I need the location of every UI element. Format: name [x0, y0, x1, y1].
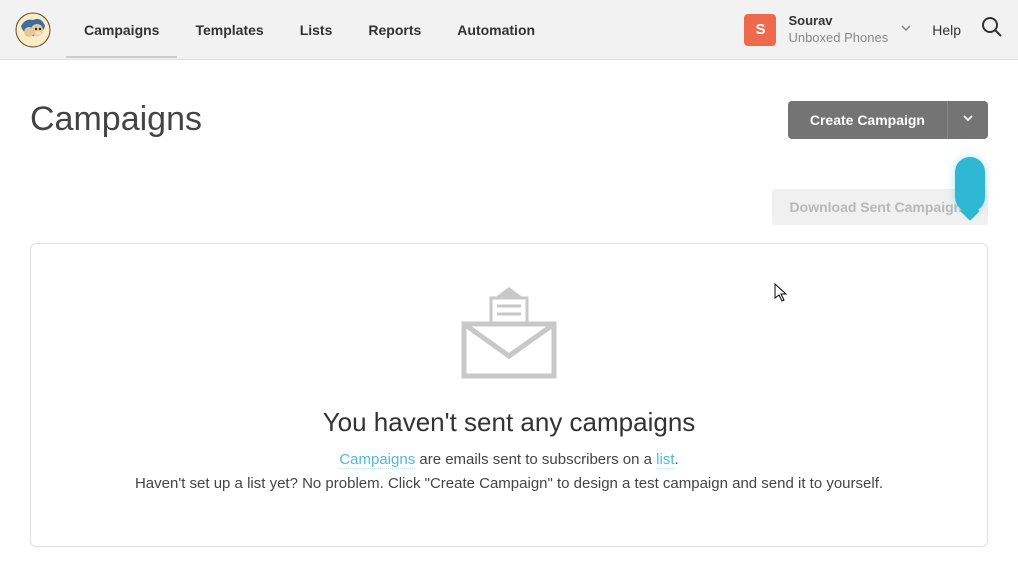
empty-text-1: are emails sent to subscribers on a — [415, 451, 656, 468]
nav-templates[interactable]: Templates — [177, 2, 281, 58]
chevron-down-icon — [900, 21, 912, 39]
empty-text-2: Haven't set up a list yet? No problem. C… — [135, 475, 883, 492]
list-link[interactable]: list — [656, 451, 674, 469]
campaigns-link[interactable]: Campaigns — [339, 451, 415, 469]
topbar-right: S Sourav Unboxed Phones Help — [744, 13, 1003, 47]
create-campaign-dropdown[interactable] — [947, 101, 988, 139]
envelope-icon — [459, 284, 559, 379]
mailchimp-logo-icon[interactable] — [15, 12, 51, 48]
create-campaign-group: Create Campaign — [788, 101, 988, 139]
main-nav: Campaigns Templates Lists Reports Automa… — [66, 2, 553, 58]
hint-bubble-icon[interactable] — [955, 157, 985, 212]
page-title: Campaigns — [30, 100, 202, 139]
nav-campaigns[interactable]: Campaigns — [66, 2, 177, 58]
empty-state-card: You haven't sent any campaigns Campaigns… — [30, 243, 988, 547]
page-header: Campaigns Create Campaign — [30, 100, 988, 139]
nav-reports[interactable]: Reports — [350, 2, 439, 58]
content-area: Campaigns Create Campaign Download Sent … — [0, 60, 1018, 577]
empty-state-title: You haven't sent any campaigns — [81, 407, 937, 438]
avatar: S — [744, 14, 776, 46]
account-name: Sourav — [788, 13, 888, 30]
top-nav-bar: Campaigns Templates Lists Reports Automa… — [0, 0, 1018, 60]
help-link[interactable]: Help — [932, 22, 961, 38]
account-org: Unboxed Phones — [788, 30, 888, 47]
nav-lists[interactable]: Lists — [282, 2, 351, 58]
create-campaign-button[interactable]: Create Campaign — [788, 101, 947, 139]
nav-automation[interactable]: Automation — [439, 2, 553, 58]
empty-state-description: Campaigns are emails sent to subscribers… — [81, 448, 937, 496]
download-row: Download Sent Campaigns — [30, 189, 988, 225]
account-menu[interactable]: S Sourav Unboxed Phones — [744, 13, 912, 47]
chevron-down-icon — [962, 112, 974, 127]
search-icon[interactable] — [981, 16, 1003, 43]
account-text: Sourav Unboxed Phones — [788, 13, 888, 47]
